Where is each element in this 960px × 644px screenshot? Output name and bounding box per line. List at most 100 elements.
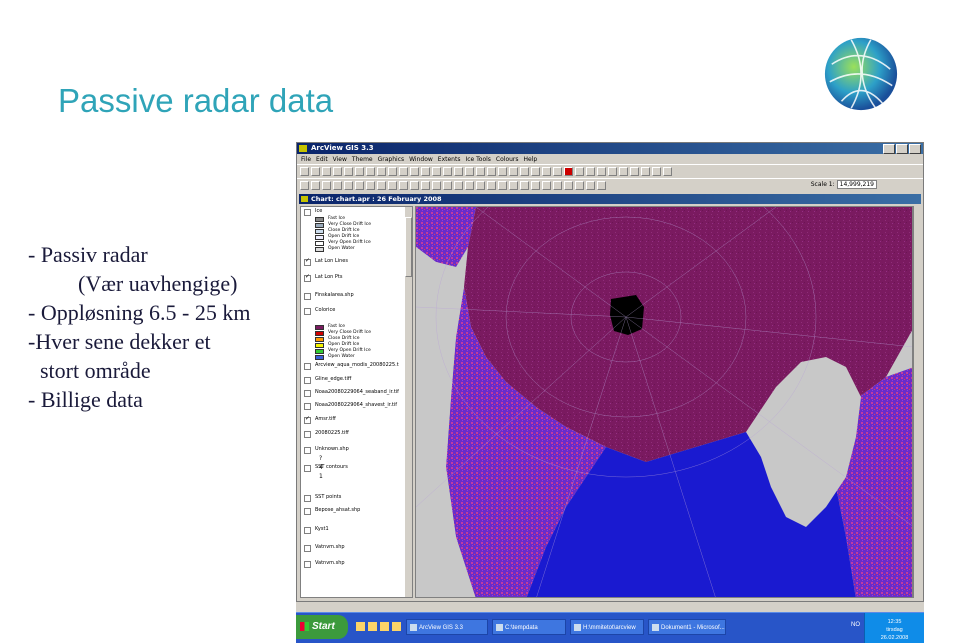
toolbar-button[interactable] (410, 181, 419, 190)
toolbar-button[interactable] (553, 181, 562, 190)
toolbar-button[interactable] (542, 167, 551, 176)
legend-scroll-thumb[interactable] (405, 217, 412, 277)
menu-extents[interactable]: Extents (438, 156, 461, 163)
toolbar-button[interactable] (410, 167, 419, 176)
toolbar-button[interactable] (531, 181, 540, 190)
menu-edit[interactable]: Edit (316, 156, 328, 163)
toolbar-button[interactable] (443, 181, 452, 190)
layer-checkbox[interactable] (304, 465, 311, 472)
toolbar-button[interactable] (388, 181, 397, 190)
layer-checkbox[interactable] (304, 293, 311, 300)
layer-checkbox[interactable] (304, 308, 311, 315)
toolbar-button[interactable] (377, 181, 386, 190)
toolbar-button[interactable] (300, 167, 309, 176)
toolbar-button[interactable] (509, 167, 518, 176)
toolbar-button[interactable] (432, 167, 441, 176)
toolbar-button[interactable] (421, 181, 430, 190)
toolbar-button[interactable] (520, 167, 529, 176)
menu-colours[interactable]: Colours (496, 156, 519, 163)
layer-checkbox[interactable] (304, 508, 311, 515)
toolbar-button[interactable] (454, 167, 463, 176)
layer-checkbox[interactable] (304, 403, 311, 410)
menu-window[interactable]: Window (409, 156, 433, 163)
map-view[interactable] (415, 206, 913, 598)
toolbar-button[interactable] (564, 167, 573, 176)
layer-checkbox[interactable] (304, 363, 311, 370)
toolbar-button[interactable] (388, 167, 397, 176)
toolbar-button[interactable] (575, 167, 584, 176)
toolbar-button[interactable] (630, 167, 639, 176)
scale-input[interactable]: 14,999,219 (836, 180, 877, 189)
toolbar-button[interactable] (344, 167, 353, 176)
toolbar-button[interactable] (487, 181, 496, 190)
toolbar-button[interactable] (355, 181, 364, 190)
toolbar-button[interactable] (333, 181, 342, 190)
close-button[interactable] (909, 144, 921, 154)
toolbar-button[interactable] (322, 167, 331, 176)
language-indicator[interactable]: NO (851, 622, 860, 628)
toolbar-button[interactable] (366, 167, 375, 176)
start-button[interactable]: Start (296, 615, 348, 639)
toolbar-button[interactable] (663, 167, 672, 176)
toolbar-button[interactable] (564, 181, 573, 190)
toolbar-button[interactable] (300, 181, 309, 190)
layer-checkbox[interactable] (304, 273, 311, 282)
layer-checkbox[interactable] (304, 415, 311, 424)
toolbar-button[interactable] (344, 181, 353, 190)
menu-ice-tools[interactable]: Ice Tools (465, 156, 490, 163)
toolbar-button[interactable] (520, 181, 529, 190)
quicklaunch-icon[interactable] (380, 622, 389, 631)
layer-checkbox[interactable] (304, 447, 311, 454)
toolbar-button[interactable] (619, 167, 628, 176)
toolbar-button[interactable] (487, 167, 496, 176)
toolbar-button[interactable] (454, 181, 463, 190)
menu-view[interactable]: View (333, 156, 347, 163)
toolbar-button[interactable] (421, 167, 430, 176)
toolbar-button[interactable] (498, 181, 507, 190)
task-arcview[interactable]: ArcView GIS 3.3 (406, 619, 488, 635)
toolbar-button[interactable] (443, 167, 452, 176)
toolbar-button[interactable] (509, 181, 518, 190)
toolbar-button[interactable] (597, 181, 606, 190)
maximize-button[interactable] (896, 144, 908, 154)
toolbar-button[interactable] (608, 167, 617, 176)
toolbar-button[interactable] (586, 181, 595, 190)
toolbar-button[interactable] (597, 167, 606, 176)
toolbar-button[interactable] (432, 181, 441, 190)
toolbar-button[interactable] (531, 167, 540, 176)
menu-help[interactable]: Help (524, 156, 538, 163)
quicklaunch-icon[interactable] (368, 622, 377, 631)
toolbar-button[interactable] (553, 167, 562, 176)
menu-theme[interactable]: Theme (352, 156, 373, 163)
toolbar-button[interactable] (586, 167, 595, 176)
layer-checkbox[interactable] (304, 431, 311, 438)
layer-checkbox[interactable] (304, 257, 311, 266)
toolbar-button[interactable] (399, 167, 408, 176)
toolbar-button[interactable] (377, 167, 386, 176)
toolbar-button[interactable] (399, 181, 408, 190)
map-scrollbar[interactable] (913, 206, 921, 598)
layer-checkbox[interactable] (304, 527, 311, 534)
toolbar-button[interactable] (476, 181, 485, 190)
toolbar-button[interactable] (641, 167, 650, 176)
task-word-document[interactable]: Dokument1 - Microsof... (648, 619, 726, 635)
quicklaunch-icon[interactable] (356, 622, 365, 631)
toolbar-button[interactable] (366, 181, 375, 190)
toolbar-button[interactable] (333, 167, 342, 176)
layer-checkbox[interactable] (304, 390, 311, 397)
toolbar-button[interactable] (311, 181, 320, 190)
layer-checkbox[interactable] (304, 561, 311, 568)
toolbar-button[interactable] (652, 167, 661, 176)
minimize-button[interactable] (883, 144, 895, 154)
toolbar-button[interactable] (575, 181, 584, 190)
toolbar-button[interactable] (322, 181, 331, 190)
task-arcview-folder[interactable]: H:\mmitetot\arcview (570, 619, 644, 635)
layer-checkbox[interactable] (304, 377, 311, 384)
quicklaunch-icon[interactable] (392, 622, 401, 631)
toolbar-button[interactable] (355, 167, 364, 176)
task-tempdata[interactable]: C:\tempdata (492, 619, 566, 635)
toolbar-button[interactable] (465, 181, 474, 190)
legend-scrollbar[interactable] (405, 207, 412, 597)
toolbar-button[interactable] (542, 181, 551, 190)
toolbar-button[interactable] (476, 167, 485, 176)
